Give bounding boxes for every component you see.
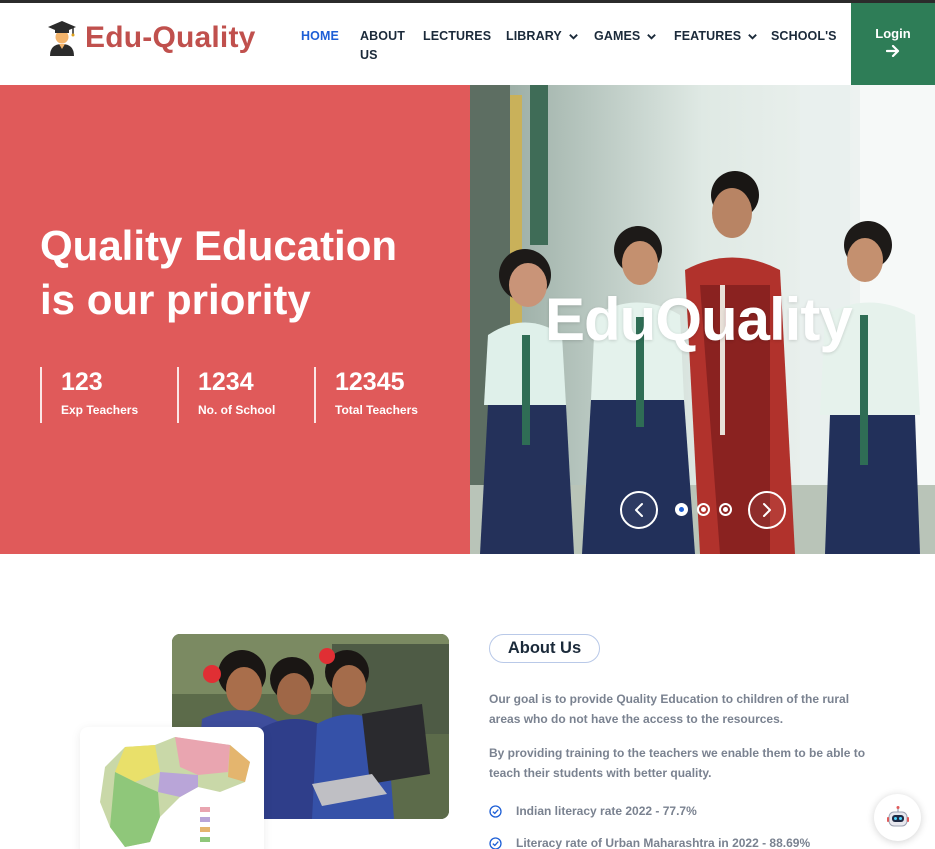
stats-row: 123 Exp Teachers 1234 No. of School 1234… bbox=[40, 367, 451, 423]
check-circle-icon bbox=[489, 836, 502, 849]
nav-features-label: FEATURES bbox=[674, 29, 742, 43]
arrow-right-icon bbox=[886, 44, 900, 57]
stat-value: 1234 bbox=[198, 368, 254, 396]
nav-about-us[interactable]: ABOUT US bbox=[360, 27, 405, 65]
carousel-next-button[interactable] bbox=[748, 491, 786, 529]
brand-logo[interactable]: Edu-Quality bbox=[47, 20, 256, 56]
about-paragraph-goal: Our goal is to provide Quality Education… bbox=[489, 692, 850, 726]
nav-schools-label: SCHOOL'S bbox=[771, 29, 837, 43]
check-circle-icon bbox=[489, 804, 502, 818]
nav-lectures[interactable]: LECTURES bbox=[423, 27, 491, 46]
stat-exp-teachers: 123 Exp Teachers bbox=[40, 367, 177, 423]
nav-games[interactable]: GAMES bbox=[594, 27, 657, 46]
nav-schools[interactable]: SCHOOL'S bbox=[771, 27, 837, 46]
nav-about-label: ABOUT bbox=[360, 29, 405, 43]
stat-label: Total Teachers bbox=[335, 403, 418, 417]
chevron-down-icon bbox=[647, 34, 657, 40]
literacy-fact-text: Literacy rate of Urban Maharashtra in 20… bbox=[516, 836, 811, 849]
brand-name: Edu-Quality bbox=[85, 21, 256, 54]
carousel-dot[interactable] bbox=[697, 503, 710, 516]
login-button[interactable]: Login bbox=[851, 3, 935, 85]
stat-value: 12345 bbox=[335, 368, 405, 396]
nav-home[interactable]: HOME bbox=[301, 27, 339, 46]
chatbot-button[interactable] bbox=[874, 794, 921, 841]
stat-label: Exp Teachers bbox=[61, 403, 139, 417]
stat-label: No. of School bbox=[198, 403, 276, 417]
hero-title: Quality Education is our priority bbox=[40, 219, 460, 327]
chevron-down-icon bbox=[748, 34, 758, 40]
hero-panel: Quality Education is our priority 123 Ex… bbox=[0, 85, 470, 554]
login-label: Login bbox=[875, 25, 911, 41]
carousel-dot[interactable] bbox=[719, 503, 732, 516]
hero-title-line2: is our priority bbox=[40, 276, 311, 323]
chevron-right-icon bbox=[763, 503, 771, 517]
slide-overlay-text: EduQuality bbox=[545, 286, 853, 353]
region-map-image bbox=[100, 737, 250, 847]
nav-home-label: HOME bbox=[301, 29, 339, 43]
carousel-dot[interactable] bbox=[675, 503, 688, 516]
about-us-heading: About Us bbox=[489, 634, 600, 663]
nav-library[interactable]: LIBRARY bbox=[506, 27, 579, 46]
hero-title-line1: Quality Education bbox=[40, 222, 398, 269]
maharashtra-map-card bbox=[80, 727, 264, 849]
robot-icon bbox=[886, 805, 909, 826]
stat-schools: 1234 No. of School bbox=[177, 367, 314, 423]
nav-features[interactable]: FEATURES bbox=[674, 27, 758, 46]
literacy-fact-text: Indian literacy rate 2022 - 77.7% bbox=[516, 804, 697, 818]
navbar: Edu-Quality HOME ABOUT US LECTURES LIBRA… bbox=[0, 3, 935, 85]
about-paragraph-training: By providing training to the teachers we… bbox=[489, 746, 866, 780]
nav-library-label: LIBRARY bbox=[506, 29, 562, 43]
stat-value: 123 bbox=[61, 368, 103, 396]
literacy-fact-item: Literacy rate of Urban Maharashtra in 20… bbox=[489, 836, 810, 849]
carousel-prev-button[interactable] bbox=[620, 491, 658, 529]
chevron-down-icon bbox=[568, 34, 578, 40]
stat-total-teachers: 12345 Total Teachers bbox=[314, 367, 451, 423]
literacy-fact-item: Indian literacy rate 2022 - 77.7% bbox=[489, 804, 697, 818]
nav-games-label: GAMES bbox=[594, 29, 641, 43]
chevron-left-icon bbox=[635, 503, 643, 517]
nav-lectures-label: LECTURES bbox=[423, 29, 492, 43]
nav-about-label-line2: US bbox=[360, 48, 378, 62]
carousel-indicators bbox=[675, 503, 732, 516]
hero-carousel: EduQuality bbox=[470, 85, 935, 554]
graduate-avatar-icon bbox=[48, 21, 76, 56]
